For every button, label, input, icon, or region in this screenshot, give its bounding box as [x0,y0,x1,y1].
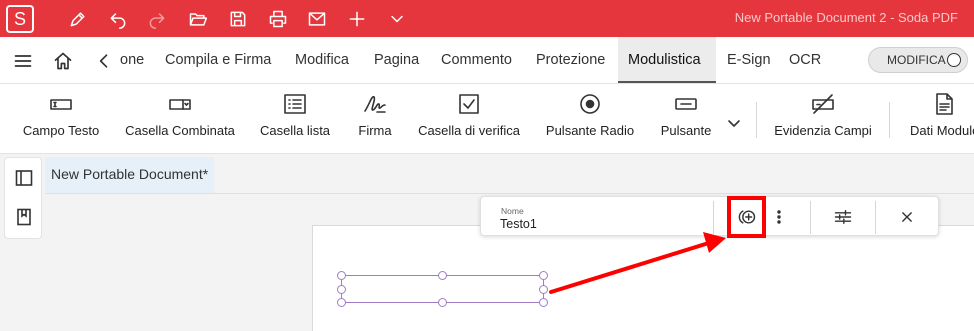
signature-icon [362,92,388,116]
text-field-icon [48,92,74,116]
tab-compila-e-firma[interactable]: Compila e Firma [165,37,271,83]
hamburger-menu-icon[interactable] [11,49,35,73]
home-icon[interactable] [51,49,75,73]
app-logo[interactable]: S [6,5,34,33]
combo-box-button[interactable]: Casella Combinata [124,92,236,148]
highlight-fields-button[interactable]: Evidenzia Campi [774,92,872,148]
chevron-down-icon[interactable] [383,5,411,33]
redo-icon[interactable] [143,5,171,33]
tab-e-sign[interactable]: E-Sign [727,37,771,83]
push-button-button[interactable]: Pulsante [656,92,716,148]
print-icon[interactable] [264,5,292,33]
divider [713,201,714,234]
text-field-button[interactable]: Campo Testo [20,92,102,148]
form-data-icon [931,92,957,116]
resize-handle[interactable] [337,271,346,280]
resize-handle[interactable] [539,271,548,280]
undo-icon[interactable] [104,5,132,33]
divider [889,102,890,138]
side-panel [4,157,42,239]
combo-box-icon [167,92,193,116]
checkbox-button[interactable]: Casella di verifica [414,92,524,148]
panel-toggle-icon[interactable] [13,167,35,189]
resize-handle[interactable] [337,298,346,307]
tab-truncated[interactable]: one [120,37,144,83]
window-title: New Portable Document 2 - Soda PDF [734,10,958,25]
divider [45,193,974,194]
title-bar: S New Portable Document 2 - Soda PDF [0,0,974,37]
document-tab[interactable]: New Portable Document* [45,157,214,193]
close-icon[interactable] [895,205,919,229]
plus-icon[interactable] [343,5,371,33]
tab-protezione[interactable]: Protezione [536,37,605,83]
list-box-icon [282,92,308,116]
field-settings-icon[interactable] [831,205,855,229]
menu-bar: one Compila e Firma Modifica Pagina Comm… [0,37,974,84]
tab-modulistica[interactable]: Modulistica [618,37,716,83]
resize-handle[interactable] [337,285,346,294]
save-icon[interactable] [224,5,252,33]
highlight-fields-icon [810,92,836,116]
signature-button[interactable]: Firma [352,92,398,148]
radio-button-button[interactable]: Pulsante Radio [544,92,636,148]
edit-mode-toggle[interactable]: MODIFICA [868,47,968,73]
field-name-label: Nome [501,206,524,216]
resize-handle[interactable] [539,298,548,307]
checkbox-icon [456,92,482,116]
highlight-annotation-box [727,196,766,238]
button-icon [673,92,699,116]
edit-mode-label: MODIFICA [887,53,946,67]
radio-button-icon [577,92,603,116]
bookmark-icon[interactable] [13,206,35,228]
divider [810,201,811,234]
mail-icon[interactable] [303,5,331,33]
field-properties-toolbar: Nome Testo1 [480,196,939,236]
tab-commento[interactable]: Commento [441,37,512,83]
chevron-down-icon [721,112,747,136]
resize-handle[interactable] [539,285,548,294]
more-options-icon[interactable] [767,205,791,229]
field-name-value[interactable]: Testo1 [500,217,537,231]
ribbon-toolbar: Campo Testo Casella Combinata Casella li… [0,84,974,154]
pen-icon[interactable] [64,5,92,33]
chevron-left-icon[interactable] [92,49,116,73]
list-box-button[interactable]: Casella lista [256,92,334,148]
form-data-button[interactable]: Dati Modulo [906,92,974,148]
divider [756,102,757,138]
resize-handle[interactable] [438,271,447,280]
open-folder-icon[interactable] [184,5,212,33]
resize-handle[interactable] [438,298,447,307]
more-fields-dropdown[interactable] [724,92,744,148]
tab-modifica[interactable]: Modifica [295,37,349,83]
divider [875,201,876,234]
toggle-knob [947,53,961,67]
tab-pagina[interactable]: Pagina [374,37,419,83]
tab-ocr[interactable]: OCR [789,37,821,83]
